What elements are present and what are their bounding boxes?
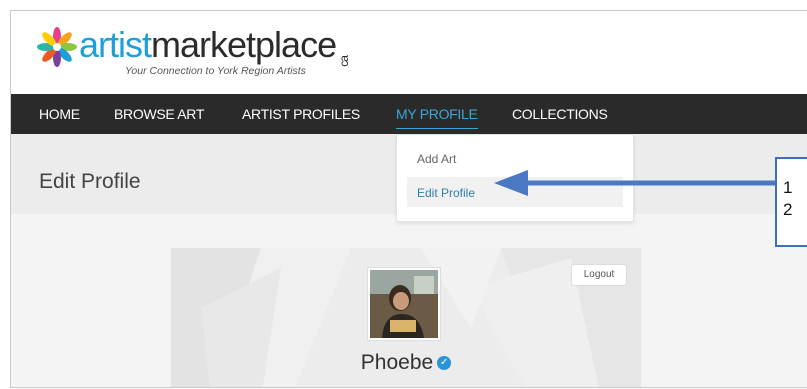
avatar[interactable]	[367, 267, 441, 341]
dropdown-item-edit-profile[interactable]: Edit Profile	[417, 186, 475, 200]
star-logo-icon	[37, 27, 77, 67]
logout-button[interactable]: Logout	[571, 264, 627, 286]
site-logo[interactable]: artistmarketplaceca Your Connection to Y…	[37, 23, 377, 77]
arrow-left-icon	[494, 170, 775, 196]
logo-word-marketplace: marketplace	[151, 24, 337, 65]
profile-name: Phoebe ✓	[171, 351, 641, 375]
logo-word-artist: artist	[79, 24, 152, 65]
logo-wordmark: artistmarketplaceca	[79, 23, 352, 67]
nav-item-my-profile[interactable]: MY PROFILE	[396, 94, 478, 134]
callout-step-1: 1	[783, 178, 793, 197]
browser-frame: artistmarketplaceca Your Connection to Y…	[10, 10, 807, 388]
nav-item-collections[interactable]: COLLECTIONS	[512, 94, 608, 134]
avatar-photo	[370, 270, 438, 338]
nav-item-home[interactable]: HOME	[39, 94, 80, 134]
site-header: artistmarketplaceca Your Connection to Y…	[11, 11, 807, 94]
instruction-callout: 1 2	[775, 157, 807, 247]
logo-word-ca: ca	[337, 56, 352, 67]
profile-card: Logout Phoebe ✓	[171, 248, 641, 387]
nav-item-artist-profiles[interactable]: ARTIST PROFILES	[242, 94, 360, 134]
verified-check-icon: ✓	[437, 356, 452, 371]
nav-item-browse-art[interactable]: BROWSE ART	[114, 94, 204, 134]
callout-step-2: 2	[783, 200, 793, 219]
logo-tagline: Your Connection to York Region Artists	[125, 65, 306, 77]
profile-name-text: Phoebe	[360, 351, 434, 374]
main-nav: HOME BROWSE ART ARTIST PROFILES MY PROFI…	[11, 94, 807, 134]
page-title: Edit Profile	[39, 170, 141, 193]
dropdown-item-add-art[interactable]: Add Art	[417, 152, 456, 166]
